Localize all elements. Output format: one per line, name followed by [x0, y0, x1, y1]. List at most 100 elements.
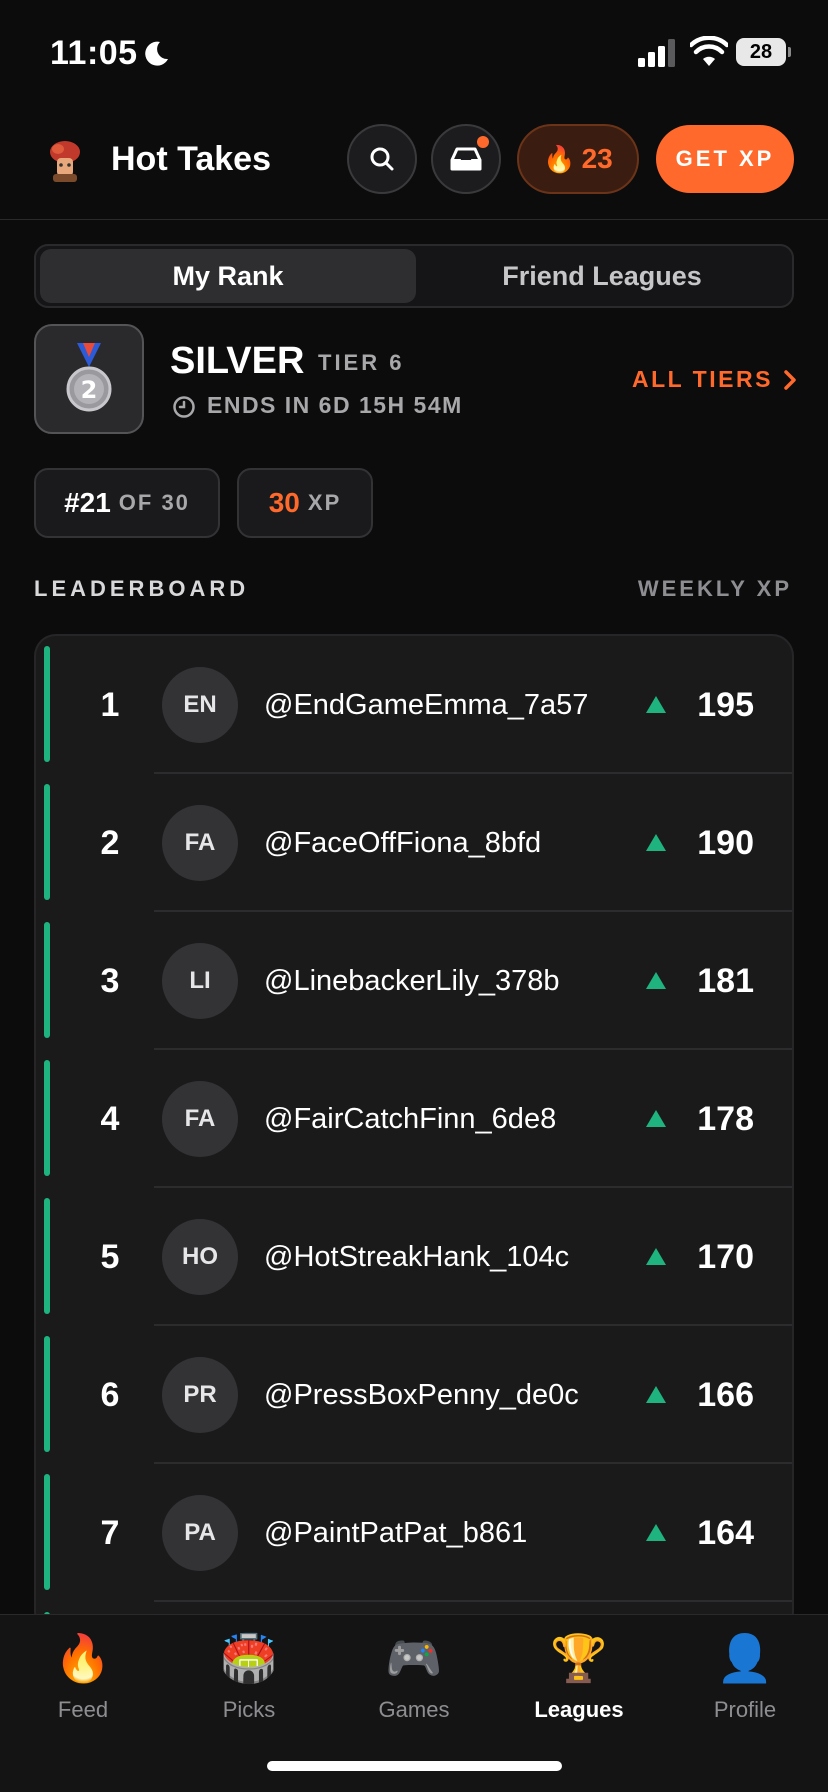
row-accent-bar [44, 1474, 50, 1590]
all-tiers-label: ALL TIERS [632, 366, 773, 392]
nav-item-picks[interactable]: 🏟️ Picks [166, 1629, 332, 1723]
row-accent-bar [44, 1198, 50, 1314]
search-icon [370, 147, 394, 171]
row-username: @FairCatchFinn_6de8 [264, 1103, 557, 1135]
battery-icon: 28 [736, 38, 791, 66]
trend-up-icon [646, 972, 666, 989]
row-username: @FaceOffFiona_8bfd [264, 827, 542, 859]
tab-friend-leagues[interactable]: Friend Leagues [414, 249, 790, 303]
nav-label: Games [378, 1697, 450, 1722]
leaderboard-row[interactable]: 6 PR @PressBoxPenny_de0c 166 [36, 1326, 792, 1464]
all-tiers-link[interactable]: ALL TIERS [632, 366, 797, 393]
leaderboard-list: 1 EN @EndGameEmma_7a57 195 2 FA @FaceOff… [34, 634, 794, 1634]
row-rank: 2 [100, 824, 120, 862]
nav-item-leagues[interactable]: 🏆 Leagues [496, 1629, 662, 1723]
row-accent-bar [44, 646, 50, 762]
avatar: LI [162, 943, 238, 1019]
cellular-signal-icon [638, 39, 675, 67]
status-time: 11:05 [50, 34, 138, 72]
trend-up-icon [646, 1110, 666, 1127]
app-title: Hot Takes [111, 140, 271, 178]
row-xp: 178 [697, 1100, 754, 1138]
streak-button[interactable]: 🔥 23 [517, 124, 639, 194]
trend-up-icon [646, 1524, 666, 1541]
leaderboard-row[interactable]: 4 FA @FairCatchFinn_6de8 178 [36, 1050, 792, 1188]
app-logo-icon [50, 141, 80, 182]
trend-up-icon [646, 1248, 666, 1265]
row-rank: 4 [100, 1100, 120, 1138]
row-xp: 181 [697, 962, 754, 1000]
avatar: EN [162, 667, 238, 743]
avatar: HO [162, 1219, 238, 1295]
fire-icon: 🔥 [54, 1632, 112, 1684]
row-username: @PaintPatPat_b861 [264, 1517, 528, 1549]
row-username: @EndGameEmma_7a57 [264, 689, 589, 721]
inbox-icon [450, 147, 482, 171]
row-accent-bar [44, 922, 50, 1038]
nav-label: Profile [713, 1697, 777, 1722]
trend-up-icon [646, 834, 666, 851]
nav-label: Leagues [534, 1697, 624, 1722]
avatar: FA [162, 805, 238, 881]
row-xp: 170 [697, 1238, 754, 1276]
stadium-icon: 🏟️ [220, 1632, 278, 1684]
trend-up-icon [646, 696, 666, 713]
row-xp: 195 [697, 686, 754, 724]
xp-chip: 30 XP [237, 468, 373, 538]
leaderboard-row[interactable]: 3 LI @LinebackerLily_378b 181 [36, 912, 792, 1050]
leaderboard-row[interactable]: 2 FA @FaceOffFiona_8bfd 190 [36, 774, 792, 912]
tier-name: SILVER [170, 340, 305, 382]
row-accent-bar [44, 1060, 50, 1176]
medal-number: 2 [81, 376, 98, 404]
league-ends-countdown: ENDS IN 6D 15H 54M [207, 392, 463, 418]
chevron-right-icon [784, 369, 796, 390]
leaderboard-row[interactable]: 5 HO @HotStreakHank_104c 170 [36, 1188, 792, 1326]
clock-icon [173, 396, 195, 418]
row-rank: 3 [100, 962, 120, 1000]
leaderboard-subtitle: WEEKLY XP [637, 576, 792, 601]
row-xp: 190 [697, 824, 754, 862]
rank-total: OF 30 [118, 490, 190, 515]
get-xp-button[interactable]: GET XP [656, 125, 794, 193]
nav-item-games[interactable]: 🎮 Games [331, 1629, 497, 1723]
leaderboard-row[interactable]: 7 PA @PaintPatPat_b861 164 [36, 1464, 792, 1602]
xp-unit: XP [307, 490, 342, 515]
nav-label: Picks [222, 1697, 276, 1722]
row-rank: 7 [100, 1514, 120, 1552]
leaderboard-title: LEADERBOARD [34, 576, 250, 601]
avatar: FA [162, 1081, 238, 1157]
status-bar: 11:05 28 [0, 0, 828, 100]
streak-count: 23 [581, 143, 613, 174]
search-button[interactable] [347, 124, 417, 194]
fire-icon: 🔥 [543, 143, 576, 174]
row-rank: 5 [100, 1238, 120, 1276]
row-rank: 1 [100, 686, 120, 724]
wifi-icon [690, 36, 728, 66]
avatar: PR [162, 1357, 238, 1433]
nav-item-profile[interactable]: 👤 Profile [662, 1629, 828, 1723]
xp-value: 30 [268, 487, 300, 518]
inbox-button[interactable] [431, 124, 501, 194]
row-username: @LinebackerLily_378b [264, 965, 560, 997]
nav-item-feed[interactable]: 🔥 Feed [0, 1629, 166, 1723]
row-rank: 6 [100, 1376, 120, 1414]
tier-badge: 2 [34, 324, 144, 434]
trend-up-icon [646, 1386, 666, 1403]
row-username: @PressBoxPenny_de0c [264, 1379, 579, 1411]
row-xp: 164 [697, 1514, 754, 1552]
current-rank: #21 [64, 487, 111, 518]
moon-icon [145, 41, 168, 66]
profile-icon: 👤 [716, 1632, 774, 1684]
notification-dot [477, 136, 489, 148]
battery-level: 28 [749, 41, 773, 63]
leaderboard-row[interactable]: 1 EN @EndGameEmma_7a57 195 [36, 636, 792, 774]
row-accent-bar [44, 1336, 50, 1452]
trophy-icon: 🏆 [550, 1632, 608, 1684]
rank-tabs: My Rank Friend Leagues [34, 244, 794, 308]
nav-label: Feed [57, 1697, 109, 1722]
tab-my-rank[interactable]: My Rank [40, 249, 416, 303]
app-header: Hot Takes 🔥 23 GET XP [0, 120, 828, 220]
avatar: PA [162, 1495, 238, 1571]
home-indicator [267, 1761, 562, 1771]
rank-chip: #21 OF 30 [34, 468, 220, 538]
